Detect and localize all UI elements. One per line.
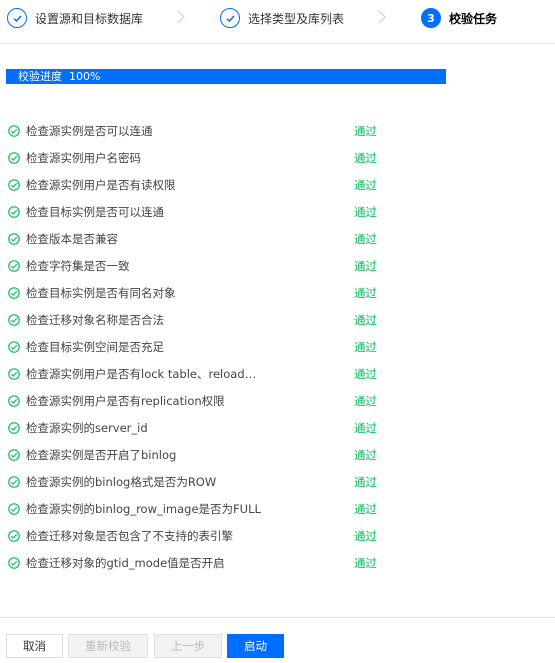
chevron-right-icon	[378, 10, 386, 24]
check-row: 检查字符集是否一致 通过	[0, 253, 555, 280]
check-name: 检查源实例用户是否有读权限	[26, 178, 176, 192]
check-row: 检查源实例的binlog格式是否为ROW 通过	[0, 469, 555, 496]
check-circle-icon	[8, 395, 20, 407]
start-button[interactable]: 启动	[227, 634, 284, 658]
check-name: 检查源实例用户名密码	[26, 151, 141, 165]
check-name: 检查目标实例空间是否充足	[26, 340, 164, 354]
check-name: 检查源实例用户是否有replication权限	[26, 394, 225, 408]
check-name: 检查源实例用户是否有lock table、reload…	[26, 367, 257, 381]
check-circle-icon	[8, 422, 20, 434]
check-row: 检查目标实例空间是否充足 通过	[0, 334, 555, 361]
check-name: 检查迁移对象是否包含了不支持的表引擎	[26, 529, 233, 543]
check-status: 通过	[354, 394, 377, 408]
step-3-label: 校验任务	[449, 11, 498, 26]
check-row: 检查版本是否兼容 通过	[0, 226, 555, 253]
check-status: 通过	[354, 556, 377, 570]
check-status: 通过	[354, 340, 377, 354]
check-circle-icon	[8, 233, 20, 245]
check-name: 检查源实例的binlog格式是否为ROW	[26, 475, 217, 489]
check-row: 检查源实例的server_id 通过	[0, 415, 555, 442]
check-row: 检查源实例的binlog_row_image是否为FULL 通过	[0, 496, 555, 523]
progress-value: 100%	[69, 70, 101, 83]
check-name: 检查迁移对象名称是否合法	[26, 313, 164, 327]
step-indicator: 设置源和目标数据库 选择类型及库列表 3 校验任务	[0, 0, 555, 44]
check-circle-icon	[8, 179, 20, 191]
check-name: 检查迁移对象的gtid_mode值是否开启	[26, 556, 225, 570]
check-status: 通过	[354, 475, 377, 489]
check-circle-icon	[8, 368, 20, 380]
check-status: 通过	[354, 286, 377, 300]
check-circle-icon	[8, 125, 20, 137]
check-circle-icon	[7, 8, 27, 28]
check-name: 检查目标实例是否有同名对象	[26, 286, 176, 300]
check-circle-icon	[220, 8, 240, 28]
check-row: 检查目标实例是否有同名对象 通过	[0, 280, 555, 307]
recheck-button[interactable]: 重新校验	[68, 634, 148, 658]
previous-step-button[interactable]: 上一步	[154, 634, 222, 658]
check-circle-icon	[8, 341, 20, 353]
divider	[0, 617, 555, 618]
check-status: 通过	[354, 529, 377, 543]
check-status: 通过	[354, 448, 377, 462]
check-row: 检查迁移对象的gtid_mode值是否开启 通过	[0, 550, 555, 577]
check-row: 检查迁移对象名称是否合法 通过	[0, 307, 555, 334]
cancel-button[interactable]: 取消	[6, 634, 63, 658]
check-circle-icon	[8, 206, 20, 218]
step-2-label: 选择类型及库列表	[248, 11, 345, 26]
check-circle-icon	[8, 557, 20, 569]
check-name: 检查字符集是否一致	[26, 259, 130, 273]
check-circle-icon	[8, 530, 20, 542]
check-circle-icon	[8, 503, 20, 515]
progress-label: 校验进度	[18, 70, 62, 83]
check-row: 检查源实例用户名密码 通过	[0, 145, 555, 172]
check-circle-icon	[8, 287, 20, 299]
check-status: 通过	[354, 421, 377, 435]
step-2: 选择类型及库列表	[220, 7, 344, 29]
chevron-right-icon	[177, 10, 185, 24]
check-row: 检查源实例用户是否有读权限 通过	[0, 172, 555, 199]
check-circle-icon	[8, 314, 20, 326]
check-status: 通过	[354, 232, 377, 246]
check-row: 检查源实例用户是否有lock table、reload… 通过	[0, 361, 555, 388]
check-row: 检查源实例用户是否有replication权限 通过	[0, 388, 555, 415]
check-status: 通过	[354, 151, 377, 165]
step-1: 设置源和目标数据库	[7, 7, 143, 29]
check-status: 通过	[354, 259, 377, 273]
check-row: 检查源实例是否可以连通 通过	[0, 118, 555, 145]
check-row: 检查迁移对象是否包含了不支持的表引擎 通过	[0, 523, 555, 550]
check-status: 通过	[354, 367, 377, 381]
step-1-label: 设置源和目标数据库	[35, 11, 144, 26]
check-circle-icon	[8, 476, 20, 488]
check-name: 检查源实例的binlog_row_image是否为FULL	[26, 502, 261, 516]
check-status: 通过	[354, 178, 377, 192]
check-row: 检查源实例是否开启了binlog 通过	[0, 442, 555, 469]
check-circle-icon	[8, 260, 20, 272]
check-status: 通过	[354, 502, 377, 516]
check-name: 检查版本是否兼容	[26, 232, 118, 246]
check-name: 检查源实例是否可以连通	[26, 124, 153, 138]
check-circle-icon	[8, 449, 20, 461]
validation-progress-bar: 校验进度 100%	[6, 69, 446, 84]
step-3-number: 3	[421, 8, 441, 28]
check-name: 检查源实例是否开启了binlog	[26, 448, 177, 462]
check-status: 通过	[354, 205, 377, 219]
check-row: 检查目标实例是否可以连通 通过	[0, 199, 555, 226]
check-status: 通过	[354, 124, 377, 138]
check-circle-icon	[8, 152, 20, 164]
check-name: 检查目标实例是否可以连通	[26, 205, 164, 219]
step-3: 3 校验任务	[421, 7, 497, 29]
check-name: 检查源实例的server_id	[26, 421, 148, 435]
check-status: 通过	[354, 313, 377, 327]
